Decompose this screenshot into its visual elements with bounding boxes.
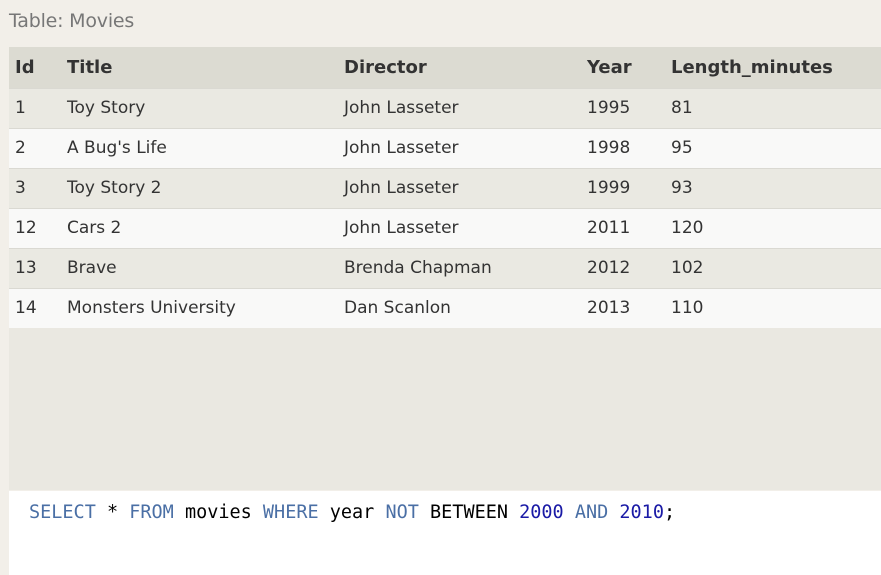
results-table: Id Title Director Year Length_minutes 1 …: [9, 47, 881, 328]
sql-query[interactable]: SELECT * FROM movies WHERE year NOT BETW…: [29, 502, 675, 523]
cell-title: Monsters University: [67, 298, 236, 319]
table-caption: Table: Movies: [9, 10, 135, 32]
sql-keyword-not: NOT: [385, 502, 419, 523]
cell-director: Brenda Chapman: [344, 258, 492, 278]
cell-id: 3: [15, 178, 26, 198]
table-row: 3 Toy Story 2 John Lasseter 1999 93: [9, 168, 881, 208]
cell-title: Cars 2: [67, 218, 122, 238]
table-row: 13 Brave Brenda Chapman 2012 102: [9, 248, 881, 288]
sql-editor[interactable]: SELECT * FROM movies WHERE year NOT BETW…: [9, 491, 881, 575]
results-panel: Id Title Director Year Length_minutes 1 …: [9, 47, 881, 490]
cell-title: Brave: [67, 258, 117, 278]
cell-length-minutes: 95: [671, 138, 693, 158]
cell-year: 2012: [587, 258, 631, 278]
cell-length-minutes: 120: [671, 218, 704, 238]
column-header-year: Year: [587, 56, 632, 78]
column-header-director: Director: [344, 56, 427, 78]
sql-keyword-between: BETWEEN: [430, 502, 508, 523]
cell-title: Toy Story 2: [67, 178, 162, 198]
cell-id: 13: [15, 258, 37, 278]
sql-table-name: movies: [184, 502, 252, 523]
cell-year: 1999: [587, 178, 631, 198]
cell-year: 1998: [587, 138, 631, 158]
cell-length-minutes: 102: [671, 258, 704, 278]
cell-id: 14: [15, 298, 37, 319]
sql-number-high: 2010: [619, 502, 664, 523]
column-header-id: Id: [15, 56, 35, 78]
sql-keyword-select: SELECT: [29, 502, 96, 523]
cell-director: John Lasseter: [344, 138, 459, 158]
cell-length-minutes: 93: [671, 178, 693, 198]
table-row: 12 Cars 2 John Lasseter 2011 120: [9, 208, 881, 248]
cell-id: 2: [15, 138, 26, 158]
sql-number-low: 2000: [519, 502, 564, 523]
cell-director: John Lasseter: [344, 178, 459, 198]
column-header-title: Title: [67, 56, 113, 78]
sql-terminator: ;: [663, 502, 676, 523]
sql-keyword-and: AND: [574, 502, 609, 523]
cell-title: A Bug's Life: [67, 138, 167, 158]
sql-column-name: year: [329, 502, 375, 523]
cell-length-minutes: 81: [671, 98, 693, 118]
cell-director: John Lasseter: [344, 218, 459, 238]
cell-title: Toy Story: [67, 98, 146, 118]
table-row: 2 A Bug's Life John Lasseter 1998 95: [9, 128, 881, 168]
cell-director: Dan Scanlon: [344, 298, 451, 319]
sql-keyword-where: WHERE: [262, 502, 319, 523]
column-header-length-minutes: Length_minutes: [671, 56, 833, 78]
cell-year: 2011: [587, 218, 631, 238]
sql-star: *: [106, 502, 119, 523]
cell-year: 1995: [587, 98, 631, 118]
cell-length-minutes: 110: [671, 298, 704, 319]
cell-director: John Lasseter: [344, 98, 459, 118]
cell-id: 1: [15, 98, 26, 118]
table-header-row: Id Title Director Year Length_minutes: [9, 47, 881, 88]
sql-keyword-from: FROM: [129, 502, 174, 523]
cell-year: 2013: [587, 298, 631, 319]
table-row: 1 Toy Story John Lasseter 1995 81: [9, 88, 881, 128]
cell-id: 12: [15, 218, 37, 238]
table-row: 14 Monsters University Dan Scanlon 2013 …: [9, 288, 881, 328]
